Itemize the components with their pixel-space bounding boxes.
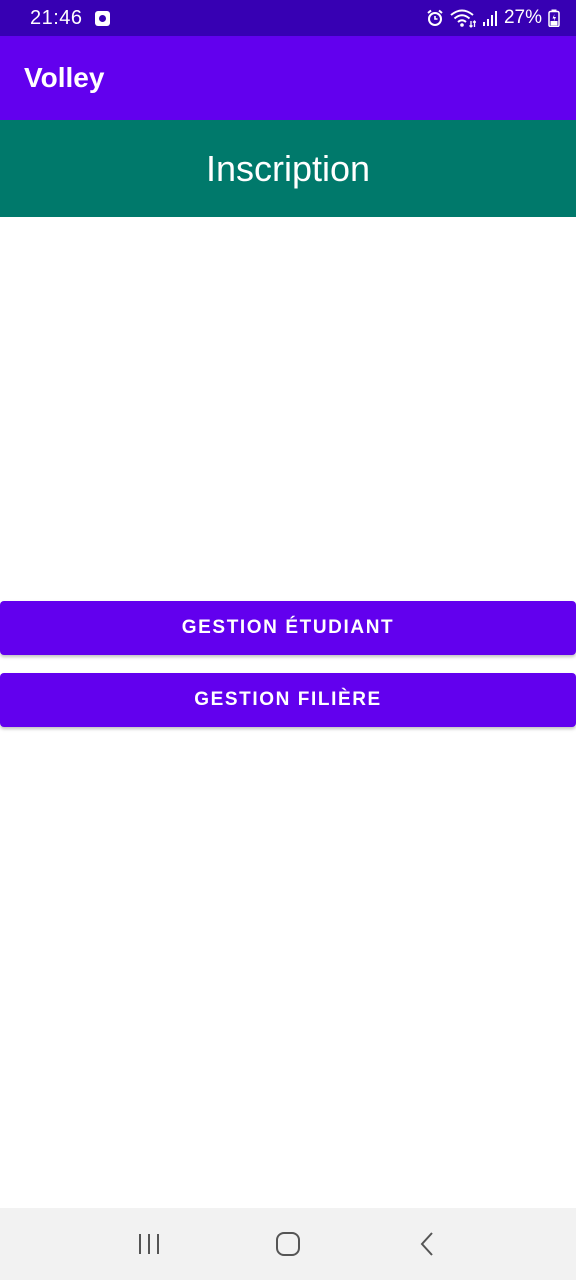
- recents-icon[interactable]: [119, 1214, 179, 1274]
- battery-icon: [548, 9, 560, 27]
- app-title: Volley: [24, 62, 105, 93]
- navigation-bar: [0, 1208, 576, 1280]
- status-bar: 21:46 27%: [0, 0, 576, 36]
- back-icon[interactable]: [397, 1214, 457, 1274]
- header-title: Inscription: [205, 147, 371, 189]
- gestion-filiere-button[interactable]: GESTION FILIÈRE: [0, 673, 576, 727]
- status-right: 27%: [426, 7, 560, 29]
- status-left: 21:46: [30, 7, 110, 30]
- wifi-icon: [450, 8, 476, 28]
- app-bar: Volley: [0, 36, 576, 120]
- screen: 21:46 27% Volley Inscription GESTION ÉTU…: [0, 0, 576, 1280]
- notification-icon: [94, 10, 110, 26]
- alarm-icon: [426, 9, 444, 27]
- home-icon[interactable]: [258, 1214, 318, 1274]
- battery-percent: 27%: [503, 7, 542, 28]
- gestion-etudiant-button[interactable]: GESTION ÉTUDIANT: [0, 601, 576, 655]
- header-banner: Inscription: [0, 120, 576, 217]
- signal-icon: [482, 9, 498, 27]
- status-time: 21:46: [30, 6, 83, 29]
